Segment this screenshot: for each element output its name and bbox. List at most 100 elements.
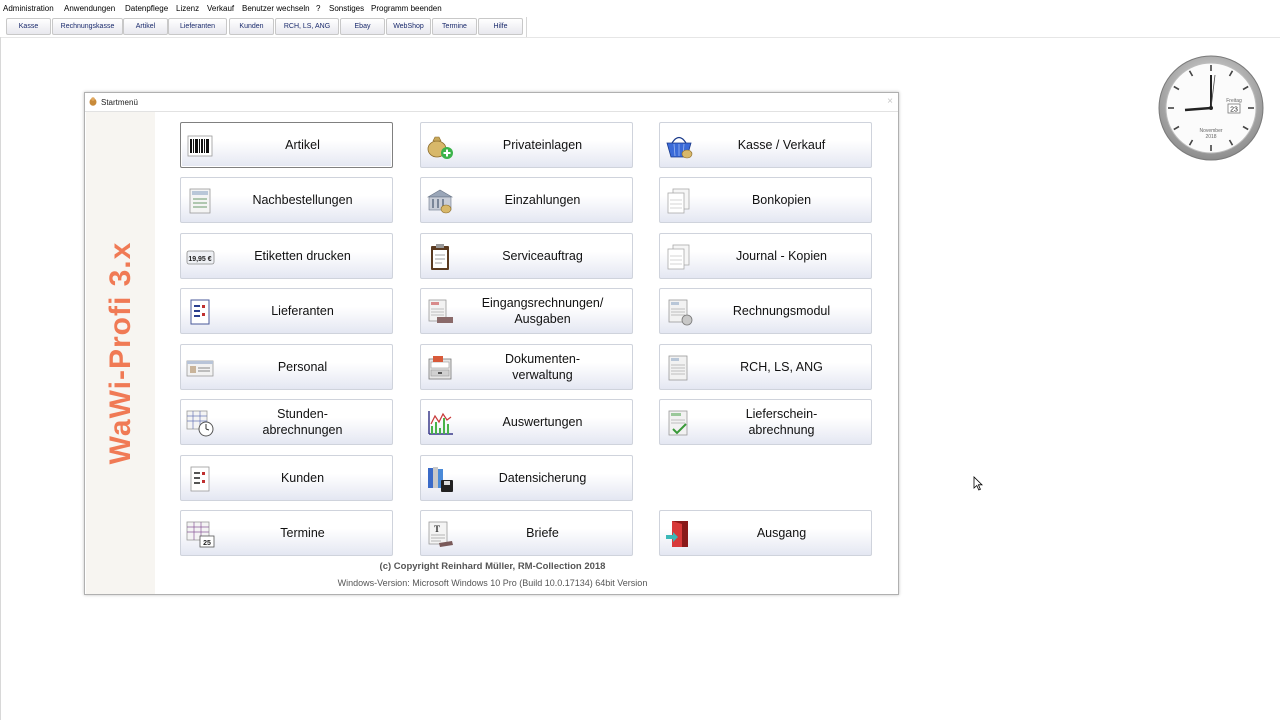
analog-clock: Freitag 23 November 2018	[1158, 55, 1264, 161]
invoice-module-icon	[668, 299, 693, 326]
line-chart-icon	[428, 411, 453, 435]
staff-card-icon	[186, 360, 214, 377]
menu-sonstiges[interactable]: Sonstiges	[329, 4, 364, 13]
clipboard-icon	[431, 244, 449, 270]
startmenu-window: Startmenü × WaWi-Profi 3.x Artikel Nachb…	[84, 92, 899, 595]
invoice-doc-icon	[668, 355, 688, 381]
serviceauftrag-button-label: Serviceauftrag	[502, 249, 583, 263]
order-list-icon	[189, 188, 211, 214]
toolbar-hilfe-button[interactable]: Hilfe	[478, 18, 523, 35]
kunden-button[interactable]: Kunden	[180, 455, 393, 501]
menu-programm-beenden[interactable]: Programm beenden	[371, 4, 442, 13]
eingangsrechnungen-button[interactable]: Eingangsrechnungen/ Ausgaben	[420, 288, 633, 334]
kasse-verkauf-button[interactable]: Kasse / Verkauf	[659, 122, 872, 168]
termine-button[interactable]: 25 Termine	[180, 510, 393, 556]
window-close-button[interactable]: ×	[887, 96, 893, 107]
etiketten-drucken-button[interactable]: 19,95 € Etiketten drucken	[180, 233, 393, 279]
rch-ls-ang-button[interactable]: RCH, LS, ANG	[659, 344, 872, 390]
calendar-icon: 25	[186, 521, 215, 548]
journal-kopien-button[interactable]: Journal - Kopien	[659, 233, 872, 279]
app-icon	[89, 97, 97, 106]
rch-ls-ang-button-label: RCH, LS, ANG	[740, 360, 823, 374]
rechnungsmodul-button[interactable]: Rechnungsmodul	[659, 288, 872, 334]
toolbar-lieferanten-button[interactable]: Lieferanten	[168, 18, 227, 35]
personal-button-label: Personal	[277, 360, 328, 374]
document-drawer-icon	[428, 356, 452, 380]
lieferscheinabrechnung-button-label: Lieferschein- abrechnung	[745, 407, 818, 437]
toolbar-rechnungskasse-button[interactable]: Rechnungskasse	[52, 18, 123, 35]
toolbar-kunden-button[interactable]: Kunden	[229, 18, 274, 35]
lieferanten-button[interactable]: Lieferanten	[180, 288, 393, 334]
dokumentenverwaltung-button[interactable]: Dokumenten- verwaltung	[420, 344, 633, 390]
auswertungen-button-label: Auswertungen	[502, 415, 583, 429]
privateinlagen-button-label: Privateinlagen	[502, 138, 583, 152]
svg-text:25: 25	[203, 540, 211, 547]
menu-verkauf[interactable]: Verkauf	[207, 4, 234, 13]
toolbar-separator	[526, 17, 527, 37]
menu-administration[interactable]: Administration	[3, 4, 54, 13]
lieferanten-button-label: Lieferanten	[271, 304, 334, 318]
brand-sidebar: WaWi-Profi 3.x	[86, 112, 155, 594]
journal-kopien-button-label: Journal - Kopien	[735, 249, 828, 263]
einzahlungen-button-label: Einzahlungen	[504, 193, 581, 207]
kunden-button-label: Kunden	[280, 471, 325, 485]
ausgang-button[interactable]: Ausgang	[659, 510, 872, 556]
lieferscheinabrechnung-button[interactable]: Lieferschein- abrechnung	[659, 399, 872, 445]
toolbar-rch-ls-ang-button[interactable]: RCH, LS, ANG	[275, 18, 339, 35]
left-border-line	[0, 37, 1, 720]
toolbar-kasse-button[interactable]: Kasse	[6, 18, 51, 35]
toolbar-artikel-button[interactable]: Artikel	[123, 18, 168, 35]
brand-logo-text: WaWi-Profi 3.x	[103, 241, 137, 465]
toolbar: Kasse Rechnungskasse Artikel Lieferanten…	[0, 17, 1280, 38]
incoming-invoice-icon	[428, 299, 453, 323]
bonkopien-button-label: Bonkopien	[751, 193, 812, 207]
svg-text:T: T	[434, 524, 440, 534]
auswertungen-button[interactable]: Auswertungen	[420, 399, 633, 445]
briefe-button-label: Briefe	[526, 526, 559, 540]
artikel-button[interactable]: Artikel	[180, 122, 393, 168]
toolbar-webshop-button[interactable]: WebShop	[386, 18, 431, 35]
shopping-basket-icon	[666, 136, 693, 159]
money-bag-plus-icon	[427, 136, 453, 159]
stundenabrechnungen-button[interactable]: Stunden- abrechnungen	[180, 399, 393, 445]
delivery-note-icon	[668, 410, 688, 436]
dokumentenverwaltung-button-label: Dokumenten- verwaltung	[504, 352, 581, 382]
personal-button[interactable]: Personal	[180, 344, 393, 390]
termine-button-label: Termine	[280, 526, 325, 540]
toolbar-termine-button[interactable]: Termine	[432, 18, 477, 35]
receipt-copy-icon	[667, 188, 690, 214]
menu-bar: Administration Anwendungen Datenpflege L…	[0, 0, 1280, 17]
datensicherung-button[interactable]: Datensicherung	[420, 455, 633, 501]
price-label-icon: 19,95 €	[186, 250, 215, 265]
briefe-button[interactable]: T Briefe	[420, 510, 633, 556]
einzahlungen-button[interactable]: Einzahlungen	[420, 177, 633, 223]
serviceauftrag-button[interactable]: Serviceauftrag	[420, 233, 633, 279]
mouse-cursor-icon	[973, 476, 983, 491]
supplier-list-icon	[190, 299, 210, 325]
clock-day: 23	[1230, 107, 1238, 114]
window-title: Startmenü	[101, 98, 138, 107]
menu-lizenz[interactable]: Lizenz	[176, 4, 199, 13]
menu-datenpflege[interactable]: Datenpflege	[125, 4, 168, 13]
stundenabrechnungen-button-label: Stunden- abrechnungen	[262, 407, 343, 437]
privateinlagen-button[interactable]: Privateinlagen	[420, 122, 633, 168]
nachbestellungen-button[interactable]: Nachbestellungen	[180, 177, 393, 223]
clock-year: 2018	[1205, 134, 1216, 140]
bonkopien-button[interactable]: Bonkopien	[659, 177, 872, 223]
menu-help[interactable]: ?	[316, 4, 320, 13]
artikel-button-label: Artikel	[285, 138, 320, 152]
timesheet-clock-icon	[186, 410, 214, 437]
window-titlebar: Startmenü ×	[85, 93, 898, 112]
customer-list-icon	[190, 466, 210, 492]
barcode-icon	[187, 135, 213, 157]
clock-weekday: Freitag	[1226, 98, 1242, 104]
rechnungsmodul-button-label: Rechnungsmodul	[732, 304, 831, 318]
kasse-verkauf-button-label: Kasse / Verkauf	[737, 138, 826, 152]
toolbar-ebay-button[interactable]: Ebay	[340, 18, 385, 35]
backup-disk-icon	[428, 467, 453, 492]
nachbestellungen-button-label: Nachbestellungen	[252, 193, 353, 207]
journal-copy-icon	[667, 244, 690, 270]
windows-version-text: Windows-Version: Microsoft Windows 10 Pr…	[337, 578, 648, 588]
menu-benutzer-wechseln[interactable]: Benutzer wechseln	[242, 4, 310, 13]
menu-anwendungen[interactable]: Anwendungen	[64, 4, 115, 13]
